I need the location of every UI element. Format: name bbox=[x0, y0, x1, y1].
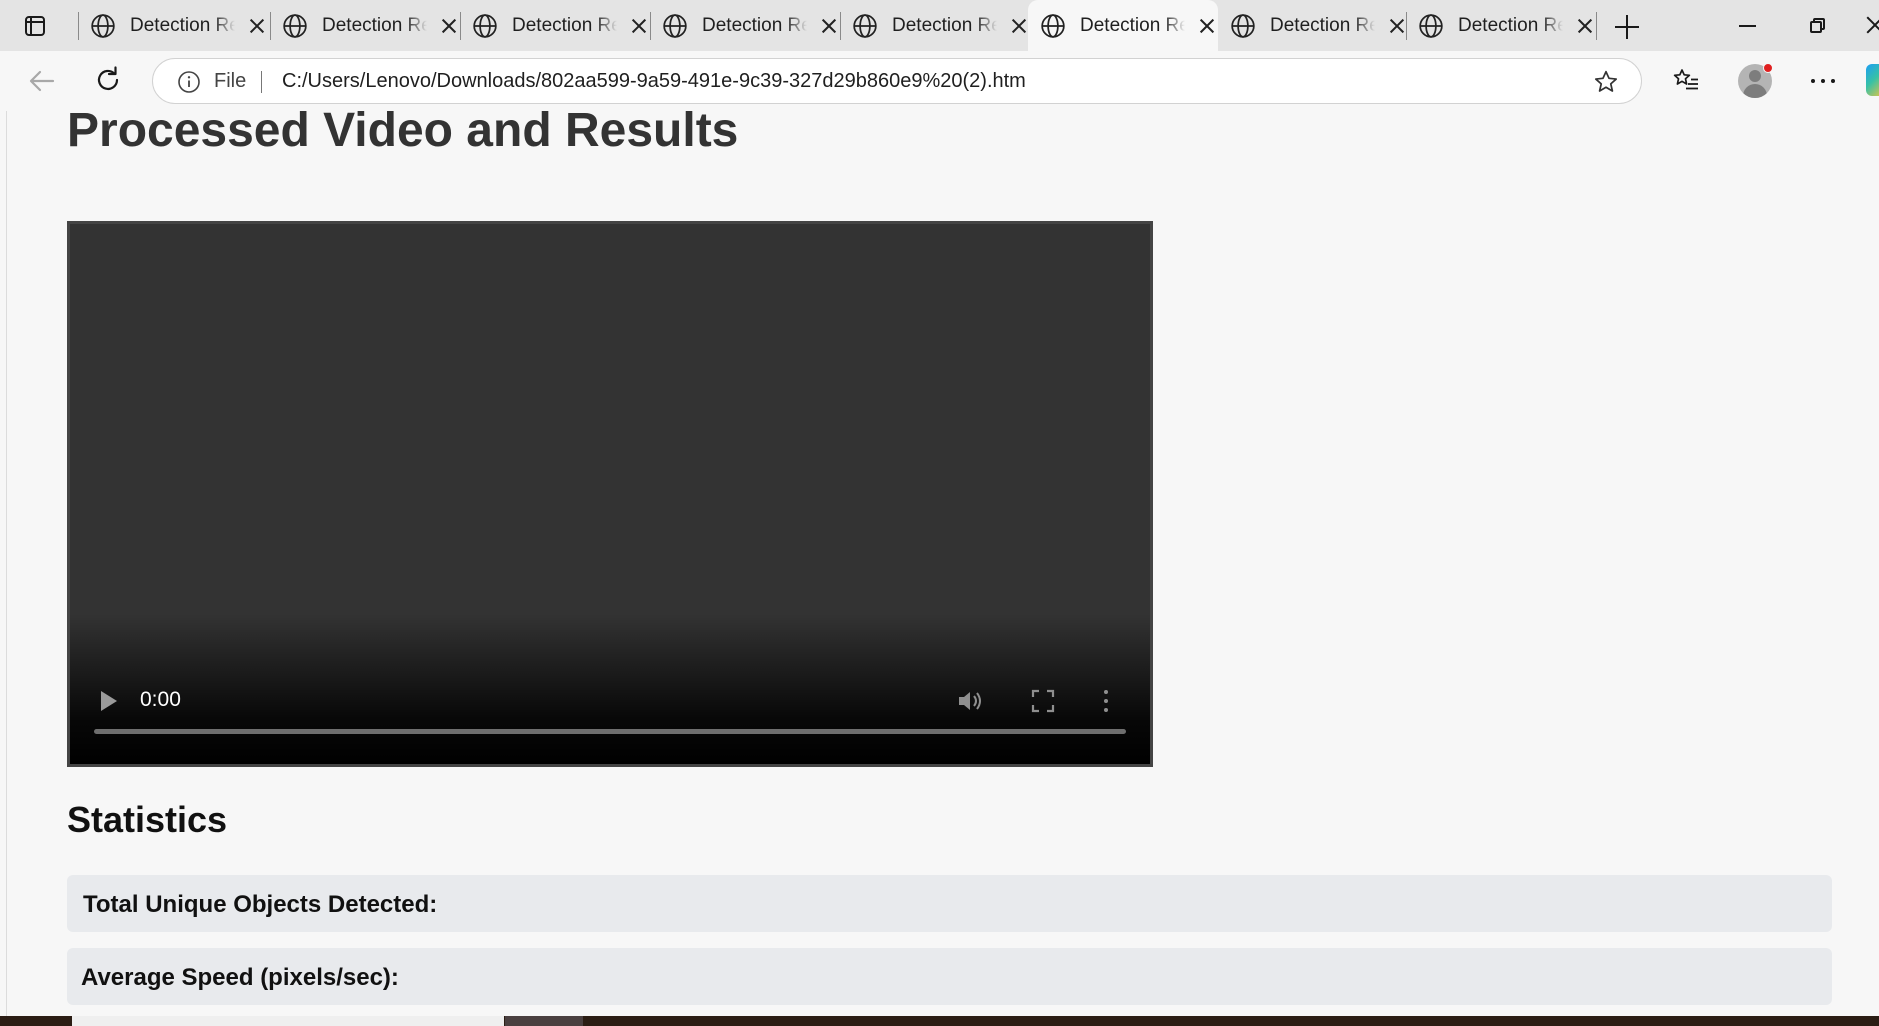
tab-title: Detection Results bbox=[1270, 14, 1376, 36]
refresh-button[interactable] bbox=[92, 64, 124, 96]
close-window-button[interactable] bbox=[1862, 12, 1879, 38]
globe-icon bbox=[473, 13, 497, 38]
tab-title: Detection Results bbox=[1458, 14, 1564, 36]
back-button[interactable] bbox=[26, 65, 58, 97]
tab[interactable]: Detection Results bbox=[1406, 0, 1596, 51]
more-vert-icon[interactable] bbox=[1100, 686, 1112, 716]
star-icon[interactable] bbox=[1593, 69, 1619, 95]
tab[interactable]: Detection Results bbox=[840, 0, 1030, 51]
ellipsis-icon[interactable] bbox=[1808, 67, 1838, 95]
tab-separator bbox=[1596, 12, 1597, 40]
close-tab-icon[interactable] bbox=[817, 14, 840, 38]
restore-button[interactable] bbox=[1805, 12, 1831, 38]
address-bar[interactable]: File C:/Users/Lenovo/Downloads/802aa599-… bbox=[152, 58, 1642, 104]
tab-title: Detection Results bbox=[512, 14, 618, 36]
tab[interactable]: Detection Results bbox=[650, 0, 840, 51]
page-title: Processed Video and Results bbox=[67, 111, 739, 157]
globe-icon bbox=[91, 13, 115, 38]
tab-title: Detection Results bbox=[1080, 14, 1186, 36]
close-tab-icon[interactable] bbox=[1385, 14, 1408, 38]
video-time: 0:00 bbox=[140, 688, 181, 711]
globe-icon bbox=[1419, 13, 1443, 38]
taskbar-item[interactable] bbox=[72, 1016, 504, 1026]
globe-icon bbox=[1231, 13, 1255, 38]
close-tab-icon[interactable] bbox=[245, 14, 268, 38]
tab-strip: Detection Results Detection Results Dete… bbox=[0, 0, 1879, 51]
tab-active[interactable]: Detection Results bbox=[1028, 0, 1218, 51]
video-player[interactable]: 0:00 bbox=[67, 221, 1153, 767]
tab[interactable]: Detection Results bbox=[270, 0, 460, 51]
close-tab-icon[interactable] bbox=[627, 14, 650, 38]
info-icon[interactable] bbox=[177, 70, 201, 94]
minimize-button[interactable] bbox=[1735, 12, 1761, 38]
profile-notification-dot bbox=[1763, 63, 1773, 73]
stat-total-unique-objects: Total Unique Objects Detected: bbox=[67, 875, 1832, 932]
taskbar bbox=[0, 1016, 1879, 1026]
tab-title: Detection Results bbox=[130, 14, 236, 36]
scheme-label: File bbox=[214, 70, 247, 92]
page-viewport: Processed Video and Results 0:00 Statist… bbox=[6, 111, 1879, 1016]
tab-title: Detection Results bbox=[702, 14, 808, 36]
video-controls-bar bbox=[70, 614, 1150, 764]
stat-average-speed: Average Speed (pixels/sec): bbox=[67, 948, 1832, 1005]
tab-title: Detection Results bbox=[322, 14, 428, 36]
tab[interactable]: Detection Results bbox=[78, 0, 268, 51]
close-tab-icon[interactable] bbox=[1195, 14, 1218, 38]
volume-icon[interactable] bbox=[955, 686, 985, 716]
tab-actions-icon bbox=[25, 16, 45, 36]
globe-icon bbox=[663, 13, 687, 38]
favorites-list-icon[interactable] bbox=[1672, 67, 1700, 95]
globe-icon bbox=[1041, 13, 1065, 38]
tab[interactable]: Detection Results bbox=[460, 0, 650, 51]
tab-title: Detection Results bbox=[892, 14, 998, 36]
globe-icon bbox=[853, 13, 877, 38]
statistics-heading: Statistics bbox=[67, 799, 228, 840]
close-tab-icon[interactable] bbox=[437, 14, 460, 38]
close-tab-icon[interactable] bbox=[1007, 14, 1030, 38]
address-separator bbox=[261, 71, 262, 93]
play-icon[interactable] bbox=[101, 691, 117, 711]
stat-label: Total Unique Objects Detected: bbox=[83, 891, 438, 918]
new-tab-button[interactable] bbox=[1612, 12, 1642, 42]
close-tab-icon[interactable] bbox=[1573, 14, 1596, 38]
tab[interactable]: Detection Results bbox=[1218, 0, 1408, 51]
stat-label: Average Speed (pixels/sec): bbox=[81, 964, 399, 991]
taskbar-item[interactable] bbox=[505, 1016, 583, 1026]
fullscreen-icon[interactable] bbox=[1030, 688, 1056, 714]
url-text[interactable]: C:/Users/Lenovo/Downloads/802aa599-9a59-… bbox=[282, 70, 1026, 93]
copilot-icon[interactable] bbox=[1866, 64, 1879, 96]
globe-icon bbox=[283, 13, 307, 38]
tab-actions-button[interactable] bbox=[22, 13, 48, 39]
video-progress-bar[interactable] bbox=[94, 729, 1126, 734]
